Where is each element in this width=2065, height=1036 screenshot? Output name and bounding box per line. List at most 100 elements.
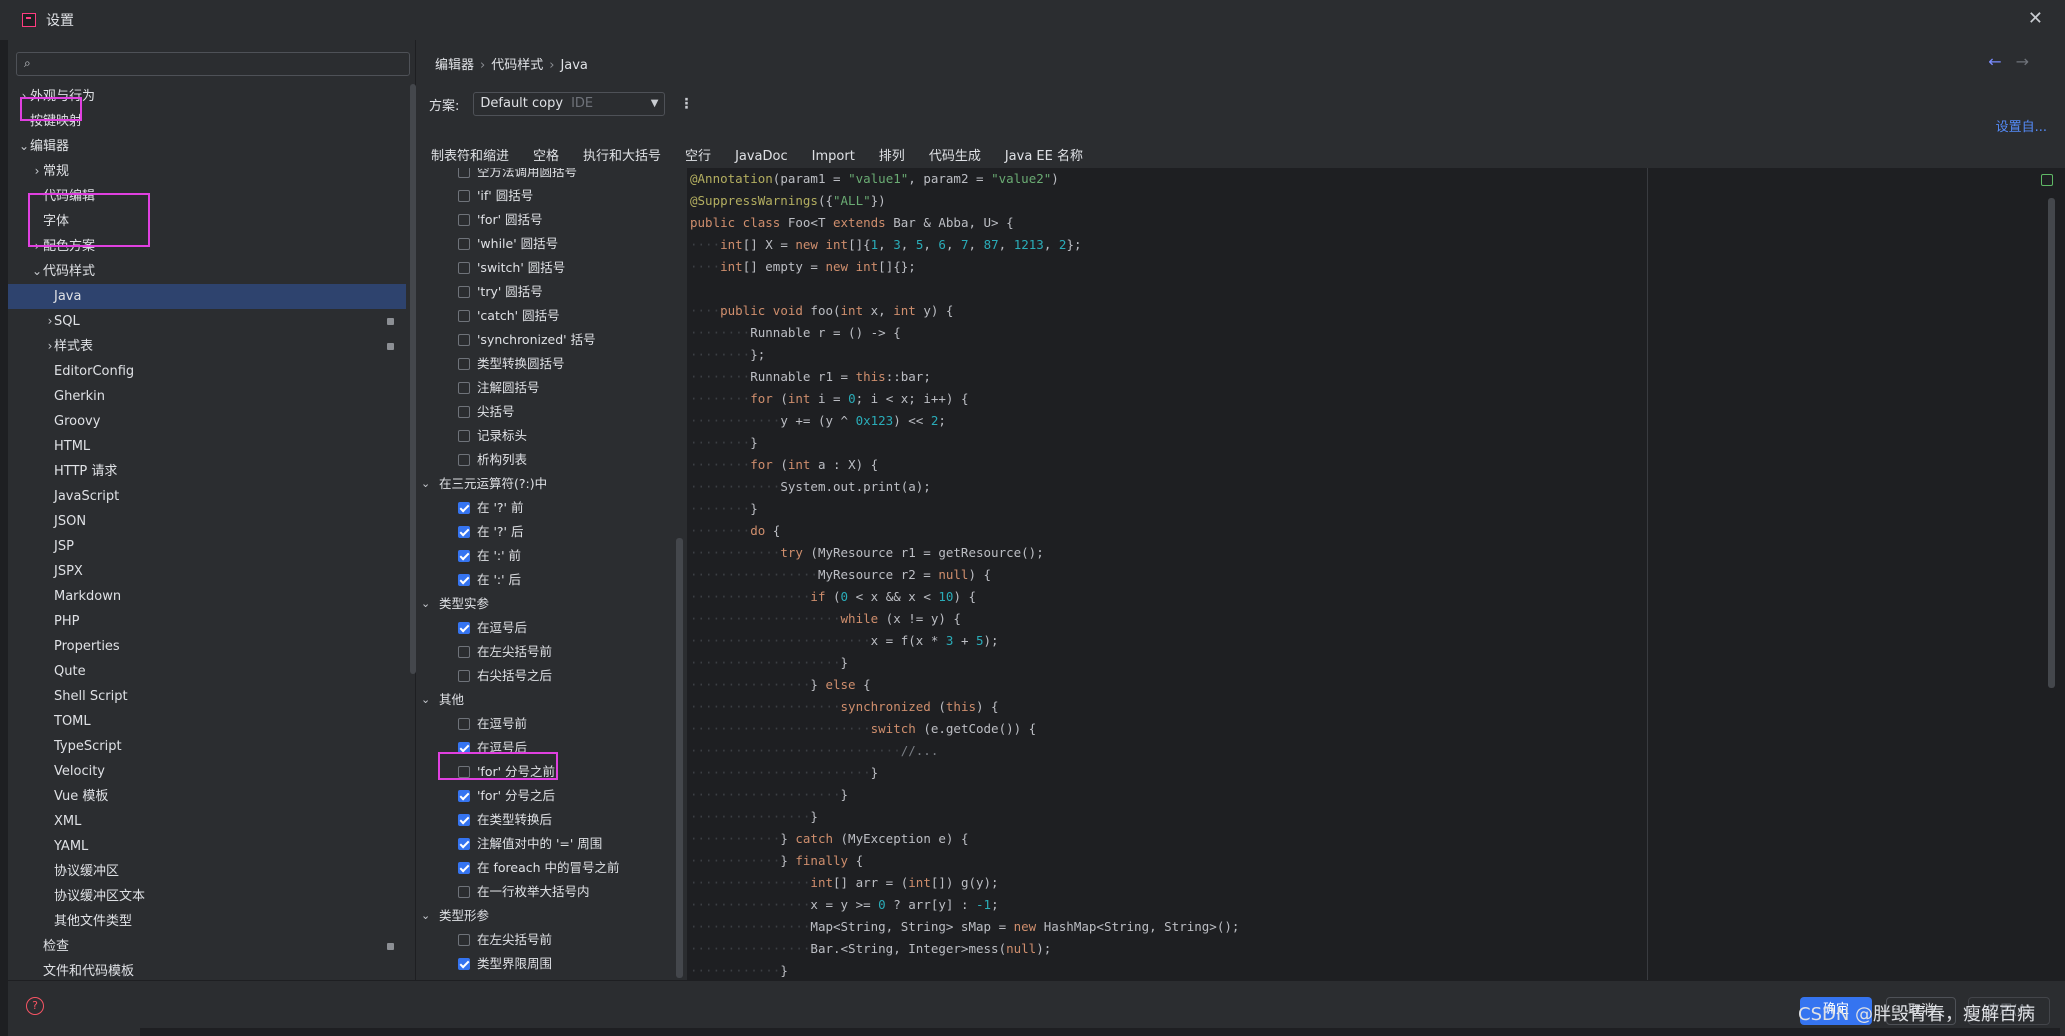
sidebar-item[interactable]: Java: [8, 284, 406, 309]
option-row[interactable]: 在 foreach 中的冒号之前: [417, 856, 685, 880]
option-checkbox[interactable]: [458, 286, 470, 298]
sidebar-item[interactable]: Properties: [8, 634, 406, 659]
option-checkbox[interactable]: [458, 382, 470, 394]
tab[interactable]: 制表符和缩进: [431, 144, 509, 170]
options-scrollbar[interactable]: [676, 538, 683, 978]
option-row[interactable]: 'while' 圆括号: [417, 232, 685, 256]
option-row[interactable]: 在左尖括号前: [417, 640, 685, 664]
option-checkbox[interactable]: [458, 790, 470, 802]
option-row[interactable]: 'catch' 圆括号: [417, 304, 685, 328]
option-row[interactable]: 在 '?' 后: [417, 520, 685, 544]
sidebar-item[interactable]: Groovy: [8, 409, 406, 434]
option-checkbox[interactable]: [458, 334, 470, 346]
more-options-icon[interactable]: ⋮: [679, 96, 693, 112]
option-row[interactable]: 记录标头: [417, 424, 685, 448]
sidebar-item[interactable]: › SQL: [8, 309, 406, 334]
option-checkbox[interactable]: [458, 934, 470, 946]
option-checkbox[interactable]: [458, 358, 470, 370]
option-row[interactable]: 在类型转换后: [417, 808, 685, 832]
sidebar-item[interactable]: ⌄ 代码样式: [8, 259, 406, 284]
option-checkbox[interactable]: [458, 670, 470, 682]
option-row[interactable]: 右尖括号之后: [417, 664, 685, 688]
chevron-down-icon[interactable]: ⌄: [421, 904, 430, 928]
option-checkbox[interactable]: [458, 838, 470, 850]
sidebar-item[interactable]: › 样式表: [8, 334, 406, 359]
option-row[interactable]: 在 ':' 后: [417, 568, 685, 592]
sidebar-item[interactable]: HTML: [8, 434, 406, 459]
option-checkbox[interactable]: [458, 814, 470, 826]
tab[interactable]: JavaDoc: [735, 144, 788, 170]
tab[interactable]: 排列: [879, 144, 905, 170]
option-group-header[interactable]: ⌄ 在三元运算符(?:)中: [417, 472, 685, 496]
option-row[interactable]: 在一行枚举大括号内: [417, 880, 685, 904]
option-group-header[interactable]: ⌄ 类型实参: [417, 592, 685, 616]
sidebar-item[interactable]: XML: [8, 809, 406, 834]
option-checkbox[interactable]: [458, 550, 470, 562]
chevron-right-icon[interactable]: ›: [31, 159, 43, 184]
sidebar-item[interactable]: Gherkin: [8, 384, 406, 409]
option-checkbox[interactable]: [458, 646, 470, 658]
option-checkbox[interactable]: [458, 862, 470, 874]
search-input[interactable]: [43, 55, 403, 73]
option-row[interactable]: 在左尖括号前: [417, 928, 685, 952]
sidebar-item[interactable]: Shell Script: [8, 684, 406, 709]
option-row[interactable]: 'try' 圆括号: [417, 280, 685, 304]
sidebar-item[interactable]: HTTP 请求: [8, 459, 406, 484]
sidebar-item[interactable]: EditorConfig: [8, 359, 406, 384]
sidebar-item[interactable]: TypeScript: [8, 734, 406, 759]
option-row[interactable]: 类型界限周围: [417, 952, 685, 976]
option-checkbox[interactable]: [458, 622, 470, 634]
option-checkbox[interactable]: [458, 190, 470, 202]
chevron-down-icon[interactable]: ⌄: [421, 688, 430, 712]
option-row[interactable]: 析构列表: [417, 448, 685, 472]
sidebar-item[interactable]: 协议缓冲区文本: [8, 884, 406, 909]
scheme-dropdown[interactable]: Default copy IDE ▼: [473, 92, 666, 116]
option-checkbox[interactable]: [458, 262, 470, 274]
chevron-down-icon[interactable]: ⌄: [421, 472, 430, 496]
tab[interactable]: 空行: [685, 144, 711, 170]
sidebar-item[interactable]: JSPX: [8, 559, 406, 584]
sidebar-item[interactable]: JSON: [8, 509, 406, 534]
sidebar-item[interactable]: PHP: [8, 609, 406, 634]
option-row[interactable]: 注解圆括号: [417, 376, 685, 400]
sidebar-item[interactable]: › 常规: [8, 159, 406, 184]
option-row[interactable]: 'for' 圆括号: [417, 208, 685, 232]
option-checkbox[interactable]: [458, 406, 470, 418]
set-from-link[interactable]: 设置自...: [1996, 116, 2047, 135]
option-row[interactable]: 在逗号后: [417, 616, 685, 640]
forward-arrow-icon[interactable]: →: [2016, 52, 2029, 71]
option-row[interactable]: 在 '?' 前: [417, 496, 685, 520]
option-row[interactable]: 尖括号: [417, 400, 685, 424]
option-checkbox[interactable]: [458, 718, 470, 730]
option-row[interactable]: 'if' 圆括号: [417, 184, 685, 208]
help-icon[interactable]: ?: [26, 997, 44, 1015]
back-arrow-icon[interactable]: ←: [1988, 52, 2001, 71]
breadcrumb-code-style[interactable]: 代码样式: [491, 58, 543, 73]
sidebar-scrollbar[interactable]: [410, 84, 416, 674]
option-row[interactable]: 注解值对中的 '=' 周围: [417, 832, 685, 856]
option-checkbox[interactable]: [458, 526, 470, 538]
option-checkbox[interactable]: [458, 886, 470, 898]
option-row[interactable]: 'switch' 圆括号: [417, 256, 685, 280]
option-checkbox[interactable]: [458, 574, 470, 586]
sidebar-item[interactable]: Markdown: [8, 584, 406, 609]
sidebar-item[interactable]: 其他文件类型: [8, 909, 406, 934]
option-row[interactable]: 在逗号前: [417, 712, 685, 736]
breadcrumb-editor[interactable]: 编辑器: [435, 58, 474, 73]
chevron-down-icon[interactable]: ⌄: [421, 592, 430, 616]
copy-icon[interactable]: [2041, 174, 2053, 186]
option-group-header[interactable]: ⌄ 类型形参: [417, 904, 685, 928]
option-checkbox[interactable]: [458, 238, 470, 250]
option-checkbox[interactable]: [458, 310, 470, 322]
sidebar-item[interactable]: YAML: [8, 834, 406, 859]
option-row[interactable]: 空方法调用圆括号: [417, 168, 685, 184]
sidebar-item[interactable]: JSP: [8, 534, 406, 559]
sidebar-item[interactable]: 协议缓冲区: [8, 859, 406, 884]
option-row[interactable]: 在 ':' 前: [417, 544, 685, 568]
tab[interactable]: 执行和大括号: [583, 144, 661, 170]
search-field[interactable]: ⌕: [16, 52, 410, 76]
option-checkbox[interactable]: [458, 168, 470, 178]
tab[interactable]: Java EE 名称: [1005, 144, 1083, 170]
option-checkbox[interactable]: [458, 430, 470, 442]
sidebar-item[interactable]: TOML: [8, 709, 406, 734]
